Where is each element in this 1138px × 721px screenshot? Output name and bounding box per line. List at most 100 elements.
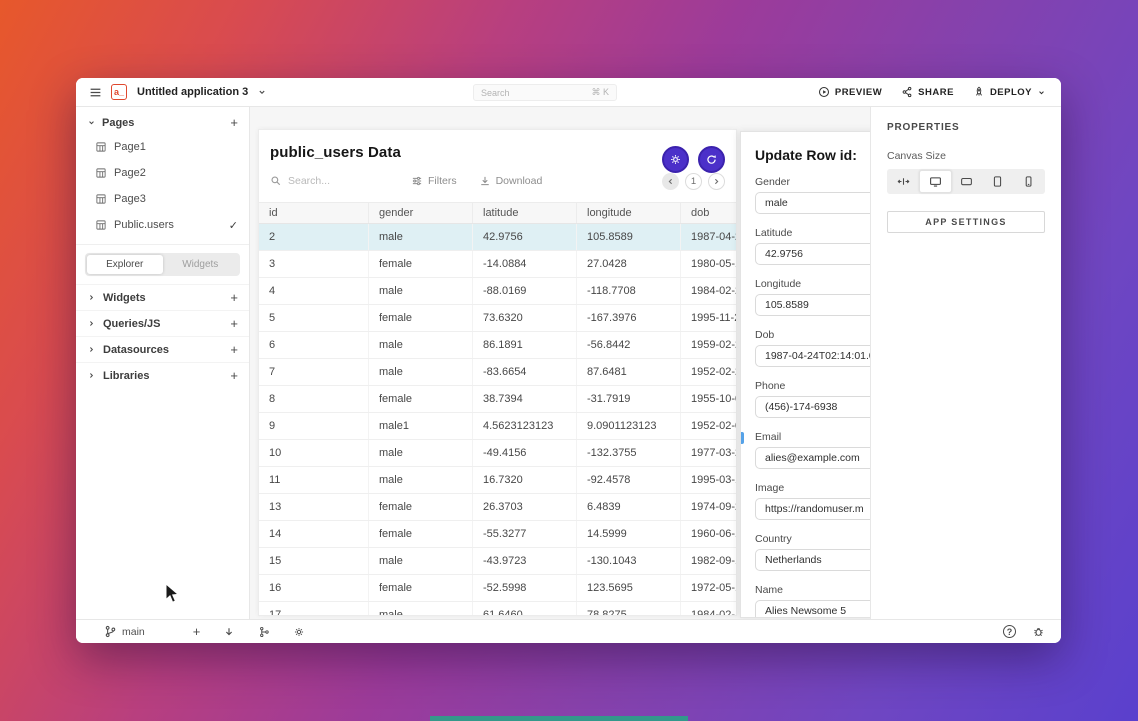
- column-header[interactable]: dob: [681, 203, 736, 223]
- global-search-input[interactable]: Search ⌘ K: [473, 84, 617, 101]
- pages-section-header[interactable]: Pages +: [76, 107, 249, 134]
- section-add-button[interactable]: +: [230, 369, 238, 382]
- canvas-size-desktop-button[interactable]: [919, 170, 952, 193]
- cell-dob: 1974-09-2: [681, 494, 736, 520]
- field-label: Dob: [755, 329, 870, 341]
- table-row[interactable]: 11 male 16.7320 -92.4578 1995-03-1: [259, 467, 736, 494]
- section-add-button[interactable]: +: [230, 343, 238, 356]
- field-input[interactable]: [755, 243, 870, 265]
- merge-icon: [258, 626, 270, 638]
- entity-sections: Widgets + Queries/JS +: [76, 284, 249, 388]
- section-add-button[interactable]: +: [230, 291, 238, 304]
- prev-page-button[interactable]: [662, 173, 679, 190]
- table-row[interactable]: 15 male -43.9723 -130.1043 1982-09-1: [259, 548, 736, 575]
- branch-name: main: [122, 626, 145, 638]
- table-row[interactable]: 17 male 61.6460 78.8275 1984-02-: [259, 602, 736, 616]
- cell-longitude: -132.3755: [577, 440, 681, 466]
- gear-icon: [293, 626, 305, 638]
- page-item[interactable]: Page2: [76, 160, 249, 186]
- table-search-input[interactable]: Search...: [270, 175, 411, 187]
- canvas-size-tablet-button[interactable]: [982, 170, 1013, 193]
- table-row[interactable]: 7 male -83.6654 87.6481 1952-02-2: [259, 359, 736, 386]
- field-label: Email: [755, 431, 870, 443]
- download-button[interactable]: Download: [479, 175, 543, 187]
- git-branch-selector[interactable]: main: [104, 625, 145, 638]
- widget-resize-handle[interactable]: [740, 432, 744, 444]
- canvas-size-phone-button[interactable]: [1013, 170, 1044, 193]
- page-icon: [95, 193, 107, 205]
- table-row[interactable]: 3 female -14.0884 27.0428 1980-05-1: [259, 251, 736, 278]
- column-header[interactable]: gender: [369, 203, 473, 223]
- canvas-size-fluid-button[interactable]: [888, 170, 919, 193]
- filters-button[interactable]: Filters: [411, 175, 457, 187]
- cell-id: 5: [259, 305, 369, 331]
- field-input[interactable]: [755, 600, 870, 618]
- cell-id: 8: [259, 386, 369, 412]
- cell-dob: 1982-09-1: [681, 548, 736, 574]
- table-row[interactable]: 6 male 86.1891 -56.8442 1959-02-2: [259, 332, 736, 359]
- page-item[interactable]: Public.users ✓: [76, 212, 249, 238]
- share-button[interactable]: SHARE: [901, 86, 954, 98]
- field-input[interactable]: [755, 498, 870, 520]
- sidebar-section[interactable]: Queries/JS +: [76, 310, 249, 336]
- cell-id: 16: [259, 575, 369, 601]
- next-page-button[interactable]: [708, 173, 725, 190]
- page-item[interactable]: Page3: [76, 186, 249, 212]
- table-row[interactable]: 14 female -55.3277 14.5999 1960-06-1: [259, 521, 736, 548]
- table-row[interactable]: 8 female 38.7394 -31.7919 1955-10-0: [259, 386, 736, 413]
- table-widget[interactable]: public_users Data S: [258, 129, 737, 616]
- app-title-chevron-down-icon[interactable]: [257, 87, 267, 97]
- tab-explorer[interactable]: Explorer: [87, 255, 163, 274]
- git-commit-button[interactable]: +: [193, 624, 201, 639]
- cell-id: 6: [259, 332, 369, 358]
- column-header[interactable]: latitude: [473, 203, 577, 223]
- cell-id: 2: [259, 224, 369, 250]
- explorer-widgets-toggle: Explorer Widgets: [85, 253, 240, 276]
- git-settings-button[interactable]: [293, 626, 305, 638]
- update-row-form-widget[interactable]: Update Row id: Gender Latitude: [740, 131, 870, 618]
- table-row[interactable]: 2 male 42.9756 105.8589 1987-04-2: [259, 224, 736, 251]
- field-input[interactable]: [755, 345, 870, 367]
- table-row[interactable]: 4 male -88.0169 -118.7708 1984-02-2: [259, 278, 736, 305]
- table-settings-button[interactable]: [662, 146, 689, 173]
- field-input[interactable]: [755, 549, 870, 571]
- app-settings-button[interactable]: APP SETTINGS: [887, 211, 1045, 233]
- cell-longitude: -92.4578: [577, 467, 681, 493]
- add-page-button[interactable]: +: [230, 116, 238, 129]
- table-row[interactable]: 10 male -49.4156 -132.3755 1977-03-2: [259, 440, 736, 467]
- table-row[interactable]: 5 female 73.6320 -167.3976 1995-11-2: [259, 305, 736, 332]
- appsmith-logo[interactable]: a_: [111, 84, 127, 100]
- git-merge-button[interactable]: [258, 626, 270, 638]
- sidebar-section[interactable]: Datasources +: [76, 336, 249, 362]
- form-field: Name: [755, 584, 870, 618]
- field-input[interactable]: [755, 447, 870, 469]
- column-header[interactable]: longitude: [577, 203, 681, 223]
- sidebar-section[interactable]: Widgets +: [76, 284, 249, 310]
- deploy-button[interactable]: DEPLOY: [973, 86, 1046, 98]
- field-input[interactable]: [755, 396, 870, 418]
- field-input[interactable]: [755, 192, 870, 214]
- app-title[interactable]: Untitled application 3: [137, 86, 248, 98]
- table-row[interactable]: 16 female -52.5998 123.5695 1972-05-1: [259, 575, 736, 602]
- sidebar-section[interactable]: Libraries +: [76, 362, 249, 388]
- search-placeholder: Search: [481, 88, 510, 98]
- explorer-sidebar: Pages + Page1: [76, 107, 250, 619]
- preview-button[interactable]: PREVIEW: [818, 86, 882, 98]
- form-field: Longitude: [755, 278, 870, 316]
- table-row[interactable]: 13 female 26.3703 6.4839 1974-09-2: [259, 494, 736, 521]
- section-label: Datasources: [103, 344, 169, 356]
- hamburger-menu-button[interactable]: [89, 86, 102, 99]
- page-item[interactable]: Page1: [76, 134, 249, 160]
- cell-longitude: -118.7708: [577, 278, 681, 304]
- tab-widgets[interactable]: Widgets: [163, 255, 239, 274]
- canvas-size-tablet-landscape-button[interactable]: [952, 170, 983, 193]
- section-add-button[interactable]: +: [230, 317, 238, 330]
- debug-button[interactable]: [1032, 625, 1045, 638]
- field-input[interactable]: [755, 294, 870, 316]
- column-header[interactable]: id: [259, 203, 369, 223]
- help-button[interactable]: ?: [1003, 625, 1016, 638]
- table-row[interactable]: 9 male1 4.5623123123 9.0901123123 1952-0…: [259, 413, 736, 440]
- git-pull-button[interactable]: [223, 626, 235, 638]
- table-refresh-button[interactable]: [698, 146, 725, 173]
- hamburger-icon: [89, 86, 102, 99]
